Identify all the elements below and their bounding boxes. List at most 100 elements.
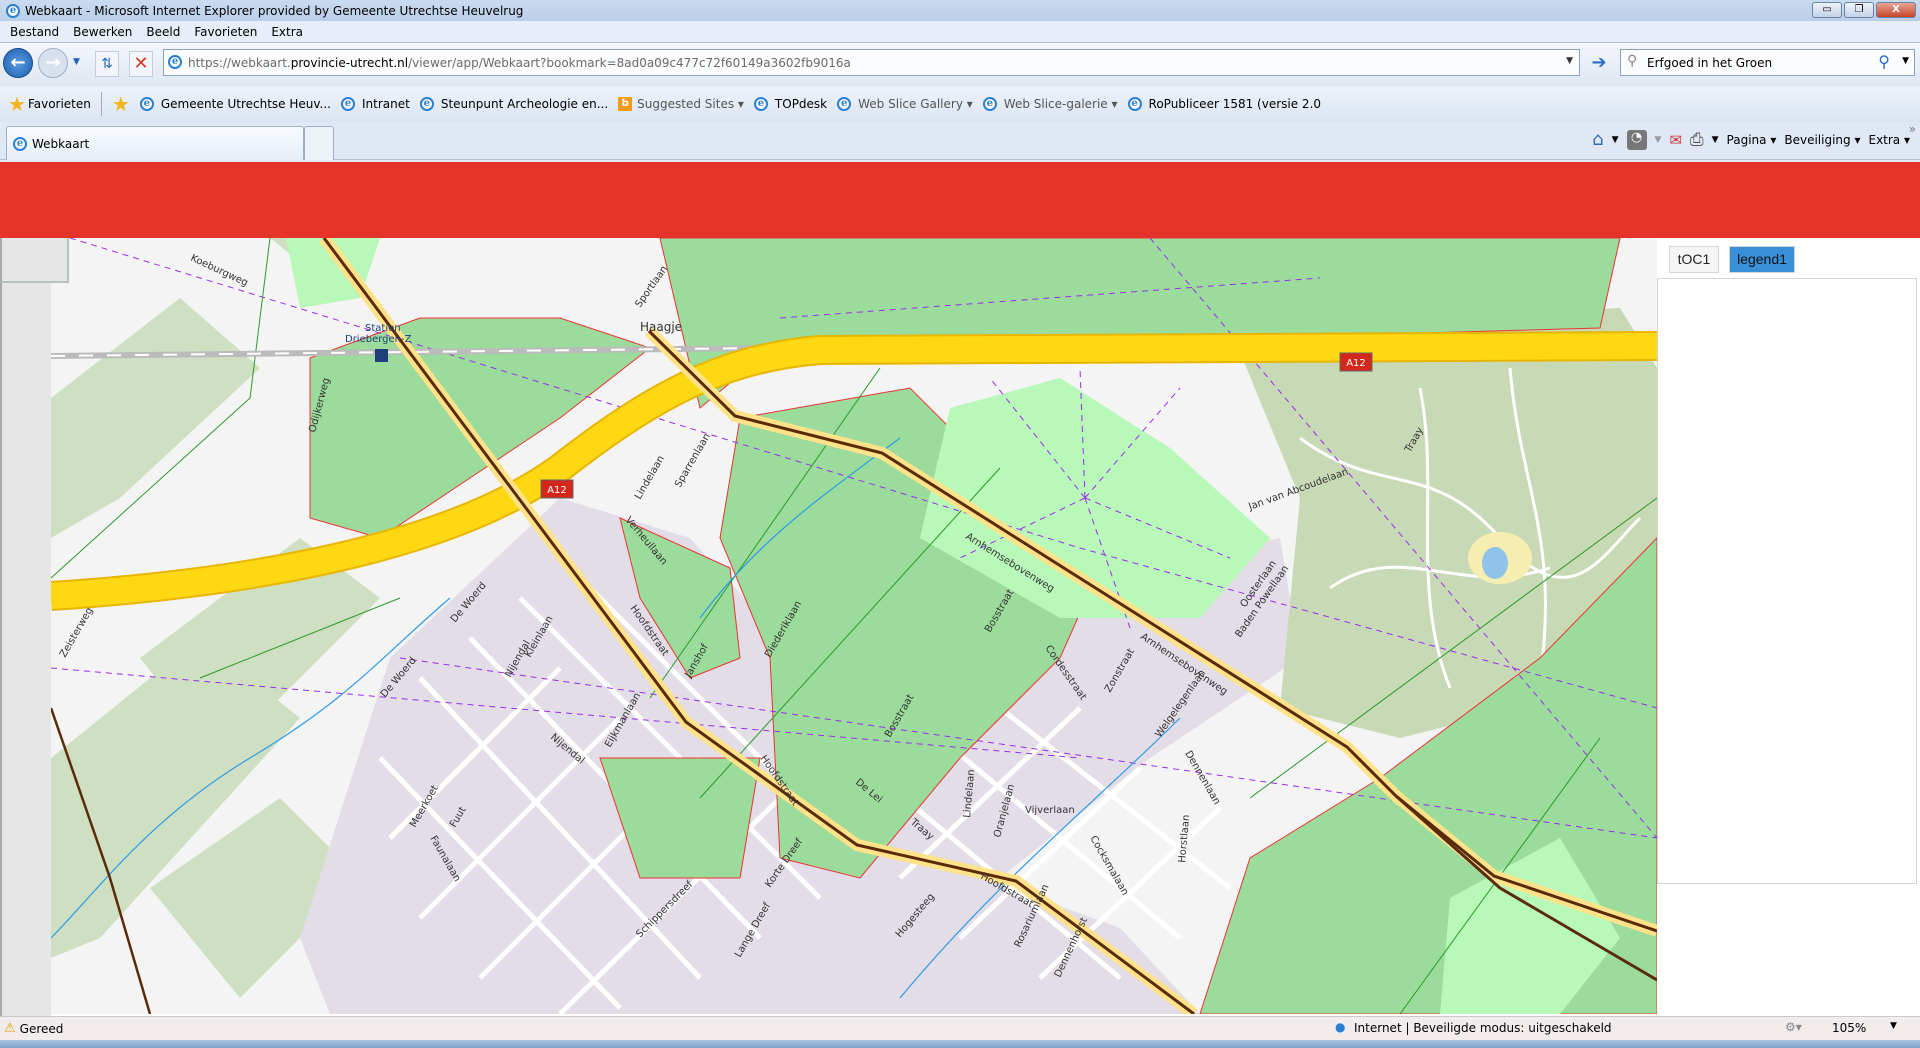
tab-webkaart[interactable]: e Webkaart [6,126,304,160]
url-prefix: https://webkaart. [188,55,291,70]
rss-feed-icon[interactable]: ◔ [1626,129,1647,150]
a12-shield: A12 [540,479,574,499]
fav-item[interactable]: e RoPubliceer 1581 (versie 2.0 [1127,97,1322,111]
taskbar [0,1040,1920,1048]
map-canvas[interactable]: A12 A12 Koeburgweg Station Driebergen-Z … [0,238,1657,1014]
ie-logo-icon: e [6,3,20,18]
map-label: Driebergen-Z [345,334,412,345]
mail-icon[interactable]: ✉ [1669,131,1682,149]
command-bar: ⌂ ▼ ◔ ▼ ✉ ⎙ ▼ Pagina ▾ Beveiliging ▾ Extra … [1592,129,1910,150]
window-controls: ▭ ❐ X [1812,2,1916,18]
tab-label: Webkaart [32,136,90,151]
map-label: Haagje [640,320,682,334]
fav-item[interactable]: b Suggested Sites ▾ [618,97,744,111]
zoom-level[interactable]: 105% [1832,1021,1866,1035]
menu-favorieten[interactable]: Favorieten [194,25,257,39]
divider [100,92,102,116]
favorites-button[interactable]: ★ Favorieten [8,92,91,116]
fav-item[interactable]: e Web Slice-galerie ▾ [982,97,1118,111]
navigation-bar: ← → ▼ ⇅ ✕ e https://webkaart. provincie-u… [0,43,1920,86]
fav-item[interactable]: e Gemeente Utrechtse Heuv... [139,97,331,111]
title-bar: e Webkaart - Microsoft Internet Explorer… [0,0,1920,21]
url-path: /viewer/app/Webkaart?bookmark=8ad0a09c47… [408,55,851,70]
map-label: Vijverlaan [1025,805,1075,816]
svg-text:A12: A12 [547,485,567,496]
menu-beeld[interactable]: Beeld [146,25,180,39]
page-icon: e [168,55,182,69]
stop-icon[interactable]: ✕ [129,51,153,77]
window-title: Webkaart - Microsoft Internet Explorer p… [25,3,524,18]
home-icon[interactable]: ⌂ [1592,129,1603,150]
map-corner-gutter [0,238,69,283]
print-icon[interactable]: ⎙ [1690,130,1704,150]
fav-item[interactable]: e Intranet [341,97,410,111]
favorites-bar: ★ Favorieten ★ e Gemeente Utrechtse Heuv..… [0,86,1920,122]
print-dropdown-icon[interactable]: ▼ [1712,135,1719,145]
extra-menu[interactable]: Extra ▾ [1868,133,1910,147]
menu-bewerken[interactable]: Bewerken [73,25,132,39]
side-panel: tOC1 legend1 [1657,238,1920,1016]
menu-bestand[interactable]: Bestand [10,25,59,39]
ie-page-icon: e [982,97,997,111]
app-header [0,162,1920,238]
go-arrow-icon[interactable]: ➔ [1585,51,1613,77]
search-magnifier-icon: ⚲ [1627,53,1638,69]
map-label: Station [365,323,401,334]
restore-button[interactable]: ❐ [1844,2,1874,18]
fav-label: Gemeente Utrechtse Heuv... [160,97,331,111]
ie-page-icon: e [139,97,154,111]
fav-label: RoPubliceer 1581 (versie 2.0 [1148,97,1322,111]
menu-extra[interactable]: Extra [271,25,303,39]
new-tab-button[interactable] [304,126,334,160]
ie-page-icon: e [419,97,434,111]
url-host: provincie-utrecht.nl [290,55,409,70]
tab-toc[interactable]: tOC1 [1669,246,1719,273]
fav-label: Intranet [362,97,410,111]
protected-mode-icon[interactable]: ⚙▾ [1785,1020,1802,1034]
ie-page-icon: e [753,97,768,111]
ie-page-icon: e [341,97,355,111]
minimize-button[interactable]: ▭ [1812,2,1842,18]
globe-icon: ● [1335,1020,1346,1034]
map-viewer[interactable]: A12 A12 Koeburgweg Station Driebergen-Z … [0,238,1657,1014]
favorites-label: Favorieten [27,97,91,111]
close-button[interactable]: X [1876,2,1916,18]
address-bar[interactable]: e https://webkaart. provincie-utrecht.nl /… [163,49,1580,76]
home-dropdown-icon[interactable]: ▼ [1612,135,1619,145]
fav-label: Web Slice-galerie ▾ [1003,97,1118,111]
ie-page-icon: e [837,97,852,111]
address-dropdown-icon[interactable]: ▼ [1566,56,1573,66]
train-station-icon [375,349,388,362]
history-dropdown-icon[interactable]: ▼ [73,57,80,67]
warning-icon: ⚠ [4,1021,16,1036]
status-bar: ⚠ Gereed ● Internet | Beveiligde modus: … [0,1016,1920,1040]
status-text: Gereed [19,1021,64,1036]
search-dropdown-icon[interactable]: ▼ [1902,56,1909,66]
refresh-icon[interactable]: ⇅ [95,51,119,77]
rss-dropdown-icon[interactable]: ▼ [1655,135,1662,145]
back-button[interactable]: ← [3,48,33,78]
zoom-dropdown-icon[interactable]: ▼ [1890,1021,1897,1031]
search-value: Erfgoed in het Groen [1647,55,1773,70]
menu-bar: Bestand Bewerken Beeld Favorieten Extra [0,21,1920,43]
a12-shield: A12 [1339,352,1373,372]
zone-text: Internet | Beveiligde modus: uitgeschake… [1354,1021,1612,1035]
forward-button[interactable]: → [38,48,68,78]
beveiliging-menu[interactable]: Beveiliging ▾ [1784,133,1860,147]
fav-item[interactable]: e Steunpunt Archeologie en... [419,97,609,111]
fav-item[interactable]: e TOPdesk [753,97,828,111]
legend-content [1657,278,1917,884]
chevron-more-icon[interactable]: » [1909,122,1916,136]
fav-label: TOPdesk [774,97,828,111]
tab-legend[interactable]: legend1 [1729,246,1795,273]
pagina-menu[interactable]: Pagina ▾ [1727,133,1777,147]
ie-page-icon: e [13,136,27,151]
fav-item[interactable]: e Web Slice Gallery ▾ [837,97,973,111]
add-favorite-star-icon[interactable]: ★ [112,92,130,116]
search-input[interactable]: ⚲ Erfgoed in het Groen ⚲ ▼ [1620,49,1915,76]
fav-label: Web Slice Gallery ▾ [858,97,973,111]
svg-text:A12: A12 [1346,358,1366,369]
fav-label: Suggested Sites ▾ [637,97,744,111]
fav-label: Steunpunt Archeologie en... [440,97,609,111]
search-button-icon[interactable]: ⚲ [1878,52,1890,71]
